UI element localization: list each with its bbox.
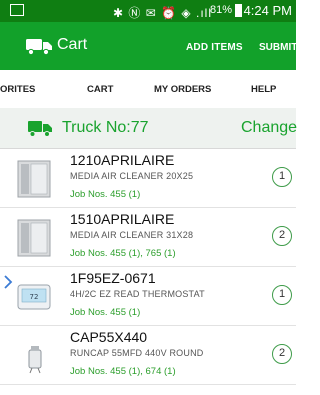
tab-my-orders[interactable]: MY ORDERS [154, 84, 211, 95]
cart-item[interactable]: 1510APRILAIRE MEDIA AIR CLEANER 31X28 Jo… [0, 208, 296, 267]
drawer-arrow-icon[interactable] [0, 272, 16, 292]
thermostat-icon: 72 [17, 284, 51, 310]
truck-icon [28, 121, 52, 137]
page-title: Cart [57, 36, 88, 53]
cart-item[interactable]: 72 1F95EZ-0671 4H/2C EZ READ THERMOSTAT … [0, 267, 296, 326]
status-icons: ✱ Ⓝ ✉ ⏰ ◈ .ıll [113, 6, 212, 20]
quantity-badge[interactable]: 2 [272, 226, 292, 246]
tab-help[interactable]: HELP [251, 84, 276, 95]
item-name: 1510APRILAIRE [70, 211, 175, 227]
air-cleaner-icon [17, 160, 51, 198]
submit-button[interactable]: SUBMIT [259, 42, 297, 53]
battery-icon [235, 4, 242, 17]
item-jobs: Job Nos. 455 (1), 765 (1) [70, 248, 176, 259]
status-bar: ✱ Ⓝ ✉ ⏰ ◈ .ıll 81% 4:24 PM [0, 0, 296, 22]
cart-item[interactable]: 1210APRILAIRE MEDIA AIR CLEANER 20X25 Jo… [0, 149, 296, 208]
tab-bar: ORITES CART MY ORDERS HELP [0, 70, 296, 109]
screenshot-icon [10, 4, 24, 16]
clock: 4:24 PM [243, 3, 292, 18]
change-truck-button[interactable]: Change [241, 119, 297, 137]
capacitor-icon [28, 346, 42, 374]
item-jobs: Job Nos. 455 (1), 674 (1) [70, 366, 176, 377]
quantity-badge[interactable]: 1 [272, 167, 292, 187]
item-description: 4H/2C EZ READ THERMOSTAT [70, 289, 205, 299]
air-cleaner-icon [17, 219, 51, 257]
item-name: CAP55X440 [70, 329, 148, 345]
item-jobs: Job Nos. 455 (1) [70, 189, 141, 200]
svg-text:72: 72 [30, 293, 39, 301]
truck-icon [26, 39, 52, 55]
truck-number: Truck No:77 [62, 119, 149, 136]
add-items-button[interactable]: ADD ITEMS [186, 42, 243, 53]
tab-cart[interactable]: CART [87, 84, 113, 95]
tab-favorites[interactable]: ORITES [0, 84, 35, 95]
quantity-badge[interactable]: 2 [272, 344, 292, 364]
truck-selector: Truck No:77 Change [0, 108, 297, 149]
item-name: 1F95EZ-0671 [70, 270, 156, 286]
item-description: MEDIA AIR CLEANER 20X25 [70, 171, 194, 181]
item-description: MEDIA AIR CLEANER 31X28 [70, 230, 194, 240]
cart-item[interactable]: CAP55X440 RUNCAP 55MFD 440V ROUND Job No… [0, 326, 296, 385]
item-name: 1210APRILAIRE [70, 152, 175, 168]
item-jobs: Job Nos. 455 (1) [70, 307, 141, 318]
battery-level: 81% [209, 4, 232, 16]
item-description: RUNCAP 55MFD 440V ROUND [70, 348, 204, 358]
quantity-badge[interactable]: 1 [272, 285, 292, 305]
app-bar: Cart ADD ITEMS SUBMIT [0, 22, 297, 70]
